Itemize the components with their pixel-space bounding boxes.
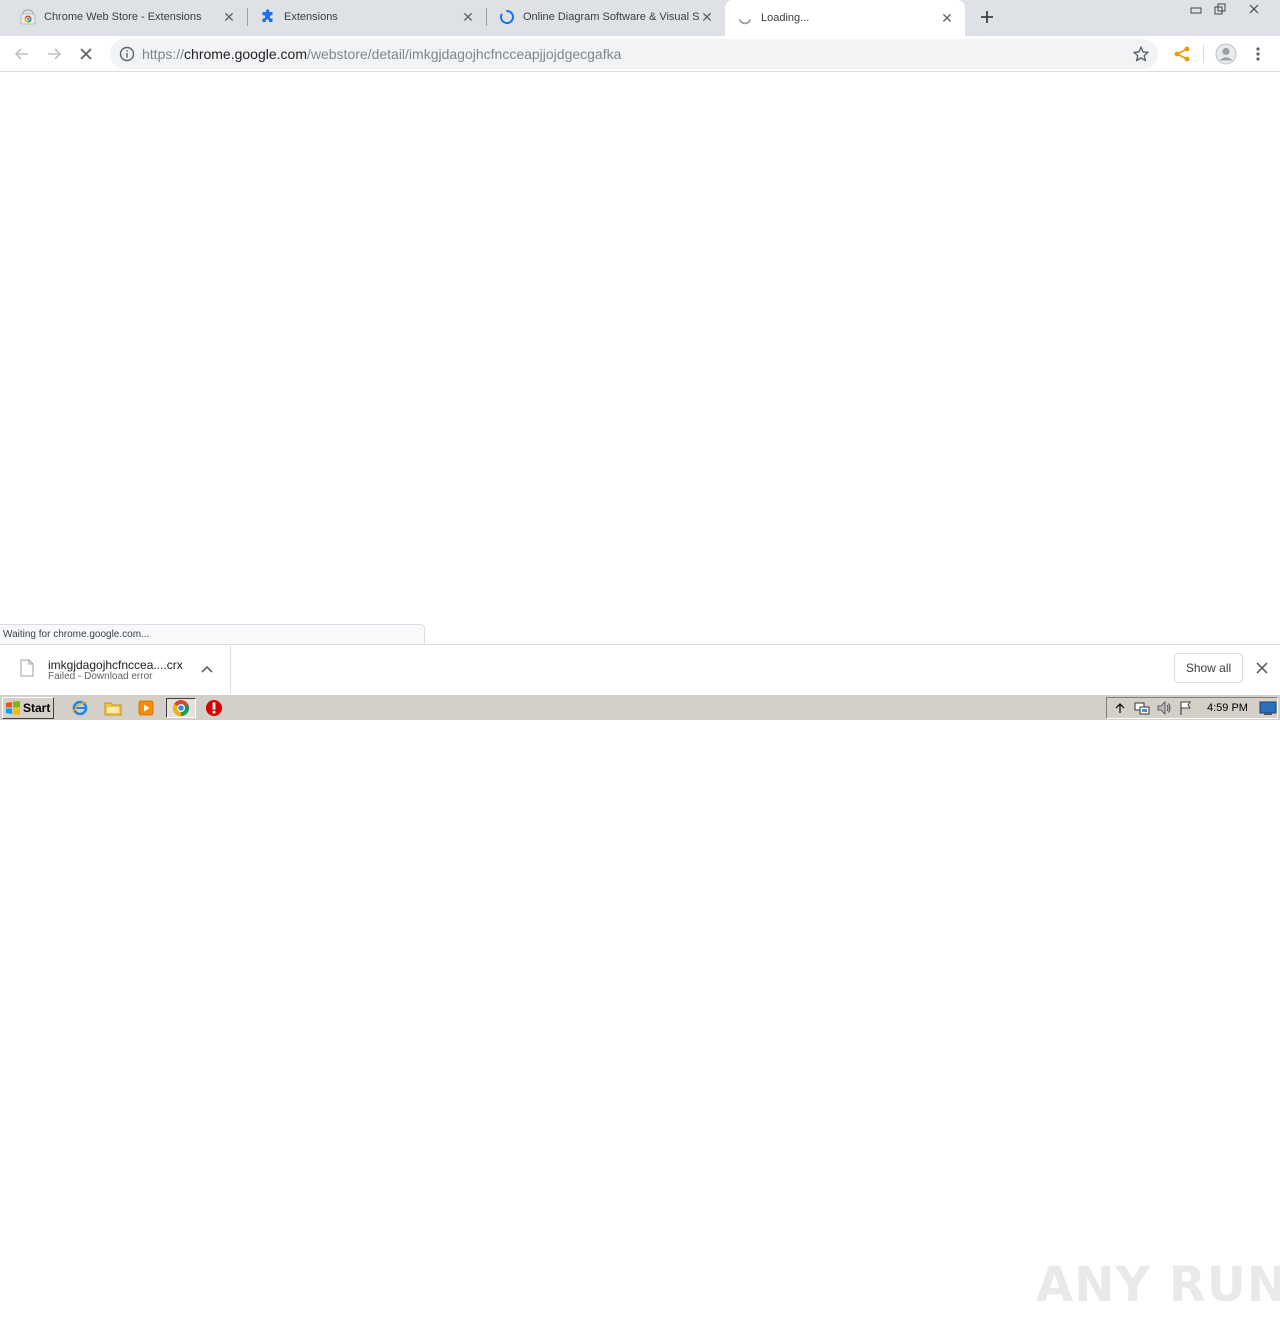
tab-title: Loading...	[761, 12, 810, 24]
watermark-text: ANY RUN	[1036, 1257, 1280, 1313]
tab-title: Online Diagram Software & Visual Solutio…	[523, 11, 699, 23]
back-button[interactable]	[9, 41, 35, 67]
close-icon	[80, 48, 92, 60]
stop-loading-button[interactable]	[73, 41, 99, 67]
download-status: Failed - Download error	[48, 671, 153, 682]
profile-button[interactable]	[1213, 41, 1239, 67]
url-host: chrome.google.com	[184, 46, 307, 62]
tab-chrome-web-store[interactable]: Chrome Web Store - Extensions ✕	[0, 0, 247, 34]
loading-spinner-icon	[737, 10, 753, 26]
avatar-icon	[1215, 43, 1237, 65]
file-icon	[20, 659, 34, 677]
site-info-icon[interactable]	[112, 46, 142, 62]
new-tab-button[interactable]	[976, 6, 998, 28]
windows-logo-icon	[6, 701, 20, 715]
chrome-taskbar-button[interactable]	[166, 698, 196, 718]
system-tray: 4:59 PM	[1106, 697, 1278, 719]
tab-extensions[interactable]: Extensions ✕	[248, 0, 486, 34]
show-desktop-button[interactable]	[1259, 700, 1277, 716]
folder-icon	[104, 702, 122, 716]
tab-close-icon[interactable]: ✕	[460, 9, 476, 25]
internet-explorer-taskbar-button[interactable]	[67, 698, 93, 718]
tab-close-icon[interactable]: ✕	[939, 10, 955, 26]
download-item[interactable]: imkgjdagojhcfnccea....crx Failed - Downl…	[0, 645, 231, 693]
action-center-flag-icon[interactable]	[1177, 699, 1195, 717]
chrome-web-store-icon	[20, 9, 36, 25]
arrow-right-icon	[48, 48, 62, 60]
plus-icon	[981, 11, 993, 23]
anyrun-watermark: ANY RUN	[1036, 1251, 1280, 1317]
loading-spinner-icon	[499, 9, 515, 25]
url-scheme: https://	[142, 46, 185, 62]
clock[interactable]: 4:59 PM	[1207, 702, 1248, 714]
extension-button[interactable]	[1169, 41, 1195, 67]
arrow-left-icon	[14, 48, 28, 60]
close-icon	[1249, 4, 1259, 14]
more-vert-icon	[1256, 47, 1260, 61]
tab-strip: Chrome Web Store - Extensions ✕ Extensio…	[0, 0, 1280, 36]
page-content	[0, 72, 1280, 624]
restore-button[interactable]	[1208, 0, 1232, 18]
explorer-taskbar-button[interactable]	[100, 698, 126, 718]
taskbar: Start 4:59 PM	[0, 694, 1280, 720]
tab-title: Chrome Web Store - Extensions	[44, 11, 202, 23]
show-all-button[interactable]: Show all	[1174, 653, 1243, 683]
browser-toolbar: https://chrome.google.com/webstore/detai…	[0, 36, 1280, 72]
opera-taskbar-button[interactable]	[201, 698, 227, 718]
download-shelf: imkgjdagojhcfnccea....crx Failed - Downl…	[0, 644, 1280, 1313]
chrome-icon	[173, 700, 189, 716]
chevron-up-icon	[1115, 703, 1125, 713]
minimize-button[interactable]	[1184, 0, 1208, 18]
forward-button[interactable]	[41, 41, 67, 67]
download-filename: imkgjdagojhcfnccea....crx	[48, 658, 183, 672]
share-nodes-icon	[1174, 46, 1190, 62]
status-bubble: Waiting for chrome.google.com...	[0, 624, 425, 644]
tab-loading[interactable]: Loading... ✕	[725, 0, 965, 36]
tab-close-icon[interactable]: ✕	[699, 9, 715, 25]
toolbar-separator	[1203, 45, 1204, 63]
volume-icon[interactable]	[1155, 699, 1173, 717]
start-button[interactable]: Start	[2, 697, 54, 719]
media-player-taskbar-button[interactable]	[133, 698, 159, 718]
tab-close-icon[interactable]: ✕	[221, 9, 237, 25]
network-icon[interactable]	[1133, 699, 1151, 717]
stop-sign-icon	[206, 700, 222, 716]
menu-button[interactable]	[1245, 41, 1271, 67]
tab-online-diagram[interactable]: Online Diagram Software & Visual Solutio…	[487, 0, 725, 34]
restore-icon	[1214, 3, 1226, 15]
bookmark-star-icon[interactable]	[1132, 45, 1150, 63]
internet-explorer-icon	[72, 700, 88, 716]
shelf-close-icon[interactable]	[1252, 658, 1272, 678]
address-bar[interactable]: https://chrome.google.com/webstore/detai…	[110, 39, 1158, 69]
media-player-icon	[138, 700, 154, 716]
desktop-icon	[1259, 701, 1277, 715]
url-text: https://chrome.google.com/webstore/detai…	[142, 46, 621, 62]
start-label: Start	[23, 701, 51, 715]
show-hidden-icons-button[interactable]	[1111, 699, 1129, 717]
chevron-up-icon[interactable]	[198, 660, 216, 678]
puzzle-piece-icon	[260, 9, 276, 25]
tab-title: Extensions	[284, 11, 338, 23]
url-path: /webstore/detail/imkgjdagojhcfncceapjjoj…	[306, 46, 622, 62]
window-close-button[interactable]	[1236, 0, 1272, 18]
minimize-icon	[1190, 7, 1202, 14]
